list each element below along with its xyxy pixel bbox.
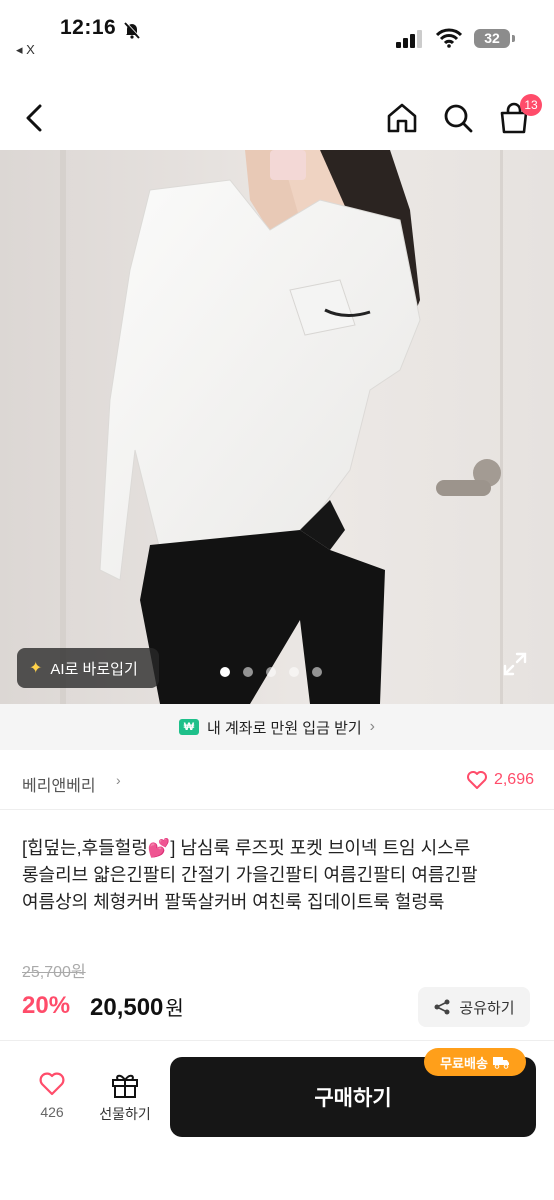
won-icon: ₩ xyxy=(179,719,199,735)
product-image[interactable] xyxy=(0,150,554,704)
share-button[interactable]: 공유하기 xyxy=(418,987,530,1027)
chevron-right-icon: › xyxy=(116,772,121,788)
magic-wand-icon: ✦ xyxy=(29,660,43,677)
back-arrow-icon[interactable] xyxy=(20,100,50,136)
share-label: 공유하기 xyxy=(459,999,515,1017)
discount-rate: 20% xyxy=(22,992,71,1019)
status-bar: 12:16 ◂ X 32 xyxy=(0,0,554,64)
product-title: [힙덮는,후들헐렁💕] 남심룩 루즈핏 포켓 브이넥 트임 시스루 롱슬리브 얇… xyxy=(22,838,478,912)
chevron-right-icon: › xyxy=(369,718,375,735)
share-icon xyxy=(434,999,450,1015)
pagination-dot[interactable] xyxy=(312,667,322,677)
like-count: 426 xyxy=(40,1104,64,1120)
battery-indicator: 32 xyxy=(474,29,510,48)
top-nav xyxy=(0,88,554,148)
truck-icon xyxy=(492,1057,509,1069)
sale-price-value: 20,500 xyxy=(90,994,164,1021)
bell-muted-icon xyxy=(124,21,141,39)
seller-name[interactable]: 베리앤베리 xyxy=(22,772,96,796)
free-shipping-badge: 무료배송 xyxy=(424,1048,526,1076)
status-time: 12:16 xyxy=(60,16,117,39)
image-pagination xyxy=(220,667,322,677)
pagination-dot[interactable] xyxy=(220,667,230,677)
price-unit: 원 xyxy=(165,998,184,1020)
promo-banner[interactable]: ₩ 내 계좌로 만원 입금 받기 › xyxy=(0,704,554,750)
gift-button[interactable]: 선물하기 xyxy=(90,1071,160,1124)
original-price: 25,700원 xyxy=(22,964,86,981)
search-icon[interactable] xyxy=(440,100,476,136)
home-icon[interactable] xyxy=(384,100,420,136)
cart-count-badge: 13 xyxy=(520,94,542,116)
ai-try-on-label: AI로 바로입기 xyxy=(50,660,138,678)
gift-icon xyxy=(112,1074,138,1098)
promo-text: 내 계좌로 만원 입금 받기 xyxy=(207,719,362,737)
battery-cap xyxy=(512,35,515,42)
product-photo xyxy=(0,150,554,704)
wifi-icon xyxy=(436,28,462,48)
heart-icon xyxy=(39,1072,65,1096)
seller-like[interactable]: 2,696 xyxy=(466,770,534,790)
gift-label: 선물하기 xyxy=(99,1106,151,1122)
expand-icon[interactable] xyxy=(502,651,528,677)
pagination-dot[interactable] xyxy=(243,667,253,677)
back-to-app[interactable]: ◂ X xyxy=(16,42,35,58)
pagination-dot[interactable] xyxy=(289,667,299,677)
sale-price: 20,500 원 xyxy=(90,992,184,1022)
signal-icon xyxy=(396,30,422,48)
seller-row: 베리앤베리 › 2,696 xyxy=(0,752,554,810)
heart-icon xyxy=(466,771,487,789)
seller-like-count: 2,696 xyxy=(493,771,534,788)
like-button[interactable]: 426 xyxy=(30,1071,74,1120)
ai-try-on-button[interactable]: ✦ AI로 바로입기 xyxy=(17,648,159,688)
free-shipping-label: 무료배송 xyxy=(440,1055,488,1071)
pagination-dot[interactable] xyxy=(266,667,276,677)
